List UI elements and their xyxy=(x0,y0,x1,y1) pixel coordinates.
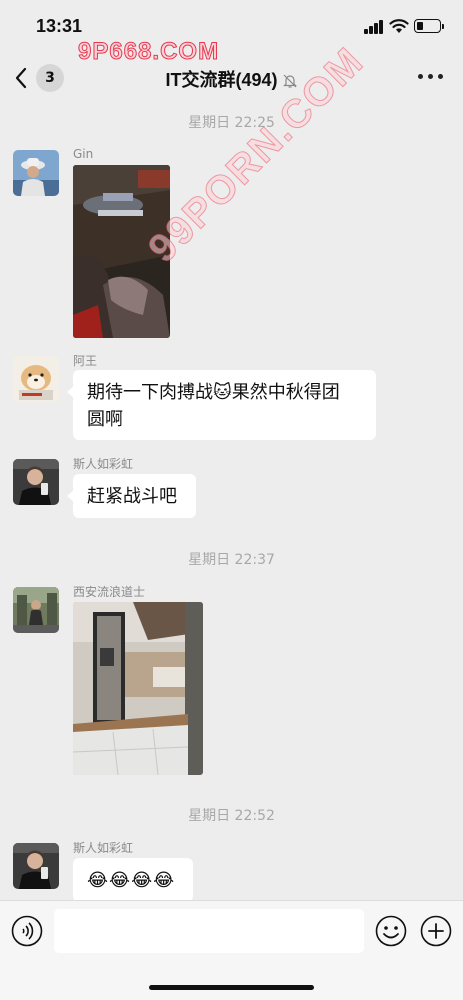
voice-icon[interactable] xyxy=(11,915,43,947)
avatar-gin[interactable] xyxy=(13,150,59,196)
chat-title-text: IT交流群(494) xyxy=(165,70,278,90)
timestamp: 星期日 22:52 xyxy=(188,808,275,824)
message-line: 赶紧战斗吧 xyxy=(87,486,177,507)
wifi-icon xyxy=(389,19,409,33)
nav-bar: 3 IT交流群(494) xyxy=(0,48,463,104)
plus-icon[interactable] xyxy=(420,915,452,947)
photo-message[interactable] xyxy=(73,165,170,338)
timestamp: 星期日 22:25 xyxy=(188,115,275,131)
timestamp: 星期日 22:37 xyxy=(188,552,275,568)
status-time: 13:31 xyxy=(36,16,83,36)
sender-name: 斯人如彩虹 xyxy=(73,457,134,471)
avatar-awang[interactable] xyxy=(13,356,59,402)
status-bar: 13:31 xyxy=(0,0,463,48)
text-message[interactable]: 赶紧战斗吧 xyxy=(67,474,196,518)
signal-icon xyxy=(364,20,384,34)
emoji-icon[interactable] xyxy=(375,915,407,947)
emoji-message[interactable]: 😂😂😂😂 xyxy=(73,858,193,902)
message-line: 期待一下肉搏战🐱果然中秋得团 xyxy=(87,382,340,403)
message-input[interactable] xyxy=(54,909,364,953)
sender-name: Gin xyxy=(73,147,94,161)
text-message[interactable]: 期待一下肉搏战🐱果然中秋得团 圆啊 xyxy=(67,370,376,440)
message-line: 圆啊 xyxy=(87,409,123,430)
sender-name: 阿王 xyxy=(73,354,98,368)
mute-bell-icon xyxy=(282,74,297,88)
chat-title: IT交流群(494) xyxy=(0,66,463,92)
home-indicator xyxy=(149,985,314,990)
message-line: 😂😂😂😂 xyxy=(87,870,176,891)
more-button[interactable] xyxy=(418,74,444,82)
sender-name: 西安流浪道士 xyxy=(73,585,146,599)
battery-icon xyxy=(414,19,444,33)
avatar-sirenrucaihong[interactable] xyxy=(13,459,59,505)
avatar-sirenrucaihong[interactable] xyxy=(13,843,59,889)
sender-name: 斯人如彩虹 xyxy=(73,841,134,855)
avatar-xian-daoshi[interactable] xyxy=(13,587,59,633)
photo-message[interactable] xyxy=(73,602,203,775)
